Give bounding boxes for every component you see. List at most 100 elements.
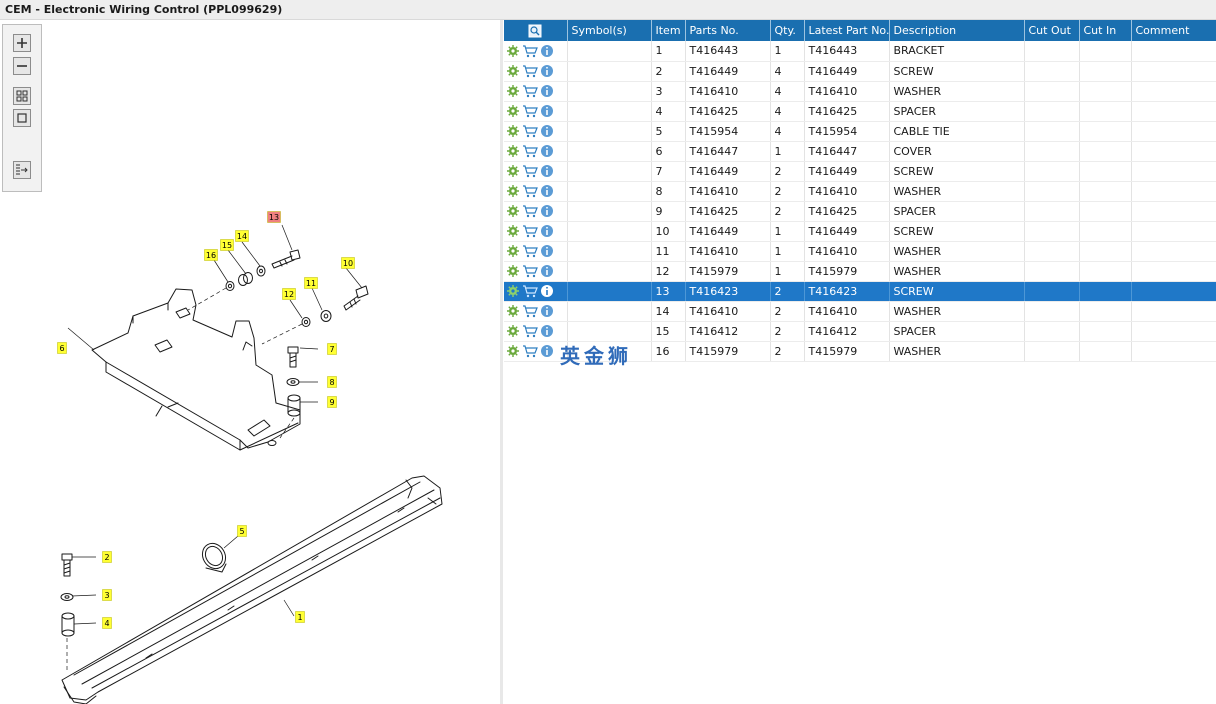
cart-icon[interactable]: [522, 204, 538, 218]
gear-icon[interactable]: [506, 124, 520, 138]
callout-14[interactable]: 14: [235, 230, 249, 242]
table-row[interactable]: 10 T416449 1 T416449 SCREW: [504, 221, 1216, 242]
cart-icon[interactable]: [522, 244, 538, 258]
table-row[interactable]: 15 T416412 2 T416412 SPACER: [504, 321, 1216, 342]
callout-9[interactable]: 9: [327, 396, 337, 408]
gear-icon[interactable]: [506, 304, 520, 318]
gear-icon[interactable]: [506, 224, 520, 238]
table-row[interactable]: 3 T416410 4 T416410 WASHER: [504, 81, 1216, 102]
callout-5[interactable]: 5: [237, 525, 247, 537]
info-icon[interactable]: [540, 344, 554, 358]
callout-7[interactable]: 7: [327, 343, 337, 355]
table-row[interactable]: 4 T416425 4 T416425 SPACER: [504, 101, 1216, 122]
exploded-parts-diagram[interactable]: 123456 78910111213141516: [0, 20, 500, 704]
column-header-description[interactable]: Description: [889, 20, 1025, 41]
table-row[interactable]: 12 T415979 1 T415979 WASHER: [504, 261, 1216, 282]
table-row[interactable]: 7 T416449 2 T416449 SCREW: [504, 161, 1216, 182]
table-row[interactable]: 5 T415954 4 T415954 CABLE TIE: [504, 121, 1216, 142]
cart-icon[interactable]: [522, 64, 538, 78]
cell-cut-out: [1024, 221, 1080, 242]
zoom-out-button[interactable]: [13, 57, 31, 75]
info-icon[interactable]: [540, 224, 554, 238]
column-header-item[interactable]: Item: [651, 20, 686, 41]
cart-icon[interactable]: [522, 224, 538, 238]
table-row[interactable]: 11 T416410 1 T416410 WASHER: [504, 241, 1216, 262]
callout-1[interactable]: 1: [295, 611, 305, 623]
callout-8[interactable]: 8: [327, 376, 337, 388]
cart-icon[interactable]: [522, 344, 538, 358]
gear-icon[interactable]: [506, 104, 520, 118]
info-icon[interactable]: [540, 64, 554, 78]
info-icon[interactable]: [540, 44, 554, 58]
callout-4[interactable]: 4: [102, 617, 112, 629]
gear-icon[interactable]: [506, 344, 520, 358]
pane-splitter[interactable]: [500, 20, 503, 704]
cart-icon[interactable]: [522, 144, 538, 158]
cart-icon[interactable]: [522, 104, 538, 118]
cell-qty: 4: [770, 101, 805, 122]
info-icon[interactable]: [540, 124, 554, 138]
column-header-tools[interactable]: [504, 20, 568, 41]
actual-size-button[interactable]: [13, 109, 31, 127]
column-header-parts-no[interactable]: Parts No.: [685, 20, 771, 41]
zoom-in-button[interactable]: [13, 34, 31, 52]
gear-icon[interactable]: [506, 264, 520, 278]
callout-16[interactable]: 16: [204, 249, 218, 261]
info-icon[interactable]: [540, 84, 554, 98]
gear-icon[interactable]: [506, 324, 520, 338]
table-row[interactable]: 9 T416425 2 T416425 SPACER: [504, 201, 1216, 222]
cart-icon[interactable]: [522, 84, 538, 98]
info-icon[interactable]: [540, 184, 554, 198]
callout-3[interactable]: 3: [102, 589, 112, 601]
column-header-symbols[interactable]: Symbol(s): [567, 20, 652, 41]
table-row[interactable]: 13 T416423 2 T416423 SCREW: [504, 281, 1216, 302]
callout-10[interactable]: 10: [341, 257, 355, 269]
gear-icon[interactable]: [506, 144, 520, 158]
info-icon[interactable]: [540, 204, 554, 218]
table-row[interactable]: 1 T416443 1 T416443 BRACKET: [504, 41, 1216, 62]
table-row[interactable]: 6 T416447 1 T416447 COVER: [504, 141, 1216, 162]
gear-icon[interactable]: [506, 84, 520, 98]
column-header-latest-part-no[interactable]: Latest Part No.: [804, 20, 890, 41]
callout-2[interactable]: 2: [102, 551, 112, 563]
cart-icon[interactable]: [522, 264, 538, 278]
cart-icon[interactable]: [522, 164, 538, 178]
column-header-cut-out[interactable]: Cut Out: [1024, 20, 1080, 41]
column-header-comment[interactable]: Comment: [1131, 20, 1216, 41]
callout-6[interactable]: 6: [57, 342, 67, 354]
gear-icon[interactable]: [506, 64, 520, 78]
fit-page-button[interactable]: [13, 87, 31, 105]
column-header-qty[interactable]: Qty.: [770, 20, 805, 41]
cart-icon[interactable]: [522, 124, 538, 138]
column-header-cut-in[interactable]: Cut In: [1079, 20, 1132, 41]
info-icon[interactable]: [540, 244, 554, 258]
info-icon[interactable]: [540, 164, 554, 178]
gear-icon[interactable]: [506, 284, 520, 298]
table-row[interactable]: 8 T416410 2 T416410 WASHER: [504, 181, 1216, 202]
callout-13[interactable]: 13: [267, 211, 281, 223]
cart-icon[interactable]: [522, 184, 538, 198]
cart-icon[interactable]: [522, 324, 538, 338]
gear-icon[interactable]: [506, 244, 520, 258]
callout-15[interactable]: 15: [220, 239, 234, 251]
info-icon[interactable]: [540, 104, 554, 118]
info-icon[interactable]: [540, 324, 554, 338]
info-icon[interactable]: [540, 304, 554, 318]
gear-icon[interactable]: [506, 204, 520, 218]
info-icon[interactable]: [540, 284, 554, 298]
callout-12[interactable]: 12: [282, 288, 296, 300]
table-row[interactable]: 2 T416449 4 T416449 SCREW: [504, 61, 1216, 82]
export-button[interactable]: [13, 161, 31, 179]
cart-icon[interactable]: [522, 304, 538, 318]
callout-11[interactable]: 11: [304, 277, 318, 289]
table-row[interactable]: 14 T416410 2 T416410 WASHER: [504, 301, 1216, 322]
cart-icon[interactable]: [522, 284, 538, 298]
diagram-pane[interactable]: 1 2 3 4 5 6 7 8 9 10 11 12 13 14 15 16: [0, 20, 500, 704]
info-icon[interactable]: [540, 264, 554, 278]
gear-icon[interactable]: [506, 44, 520, 58]
gear-icon[interactable]: [506, 184, 520, 198]
cell-qty: 4: [770, 61, 805, 82]
info-icon[interactable]: [540, 144, 554, 158]
gear-icon[interactable]: [506, 164, 520, 178]
cart-icon[interactable]: [522, 44, 538, 58]
